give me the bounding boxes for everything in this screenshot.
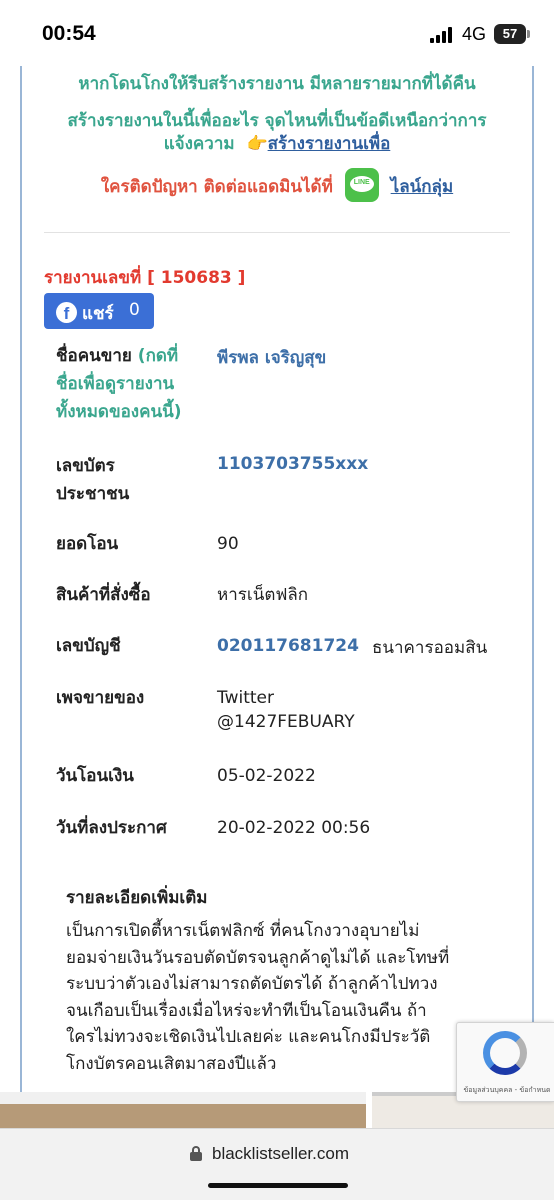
divider [44, 232, 510, 233]
page-value-handle: @1427FEBUARY [217, 712, 355, 732]
browser-url-bar[interactable]: blacklistseller.com [0, 1128, 554, 1200]
recaptcha-privacy-terms[interactable]: ข้อมูลส่วนบุคคล - ข้อกำหนด [461, 1085, 553, 1096]
details-body: เป็นการเปิดตี้หารเน็ตฟลิกซ์ ที่คนโกงวางอ… [66, 918, 506, 1077]
notice-report-fast: หากโดนโกงให้รีบสร้างรายงาน มีหลายรายมากท… [78, 74, 476, 94]
transfer-date-value: 05-02-2022 [217, 766, 316, 786]
posted-date-value: 20-02-2022 00:56 [217, 818, 371, 838]
id-card-label-1: เลขบัตร [56, 456, 115, 476]
cellular-signal-icon [430, 27, 456, 43]
facebook-icon: f [56, 302, 77, 323]
pointing-hand-icon: 👉 [246, 134, 268, 154]
seller-label: ชื่อคนขาย (กดที่ ชื่อเพื่อดูรายงาน ทั้งห… [56, 342, 181, 426]
battery-tip [527, 30, 530, 38]
seller-hint-2: ชื่อเพื่อดูรายงาน [56, 374, 175, 394]
notice-contact-admin: ใครติดปัญหา ติดต่อแอดมินได้ที่ LINE ไลน์… [0, 168, 554, 204]
why-report-link[interactable]: สร้างรายงานเพื่อ [268, 134, 391, 154]
seller-hint-3: ทั้งหมดของคนนี้) [56, 402, 182, 422]
posted-date-label: วันที่ลงประกาศ [56, 818, 167, 838]
notice-why-report: สร้างรายงานในนี้เพื่ออะไร จุดไหนที่เป็นข… [0, 110, 554, 156]
notice-why-text: สร้างรายงานในนี้เพื่ออะไร จุดไหนที่เป็นข… [67, 111, 487, 131]
details-line: จนเกือบเป็นเรื่องเมื่อไหร่จะทำทีเป็นโอนเ… [66, 1000, 427, 1021]
id-card-label: เลขบัตร ประชาชน [56, 452, 129, 508]
details-line: ระบบว่าตัวเองไม่สามารถตัดบัตรได้ ถ้าลูกค… [66, 974, 438, 994]
bank-name: ธนาคารออมสิน [372, 638, 488, 658]
notice-why-text-2: แจ้งความ [163, 134, 235, 154]
details-title: รายละเอียดเพิ่มเติม [66, 888, 208, 908]
evidence-image-1[interactable] [0, 1092, 366, 1130]
details-line: ยอมจ่ายเงินวันรอบตัดบัตรจนลูกค้าดูไม่ได้… [66, 947, 450, 968]
account-label: เลขบัญชี [56, 636, 121, 656]
id-card-value[interactable]: 1103703755xxx [217, 452, 368, 476]
share-count: 0 [129, 300, 140, 320]
line-group-link[interactable]: ไลน์กลุ่ม [391, 177, 454, 197]
page-value: Twitter @1427FEBUARY [217, 686, 355, 734]
product-value: หารเน็ตฟลิก [217, 585, 309, 605]
seller-name-link[interactable]: พีรพล เจริญสุข [217, 346, 326, 370]
status-bar: 00:54 4G 57 [0, 0, 554, 66]
id-card-label-2: ประชาชน [56, 484, 130, 504]
recaptcha-icon [483, 1031, 527, 1075]
clock: 00:54 [42, 22, 96, 45]
page-label: เพจขายของ [56, 688, 145, 708]
details-line: โกงบัตรคอนเสิตมาสองปีแล้ว [66, 1053, 277, 1074]
amount-label: ยอดโอน [56, 534, 119, 554]
url-text[interactable]: blacklistseller.com [212, 1144, 349, 1164]
facebook-share-button[interactable]: f แชร์ 0 [44, 293, 154, 329]
account-number-link[interactable]: 020117681724 [217, 634, 359, 658]
details-line: ใครไม่ทวงจะเชิดเงินไปเลยค่ะ และคนโกงมีปร… [66, 1027, 431, 1047]
transfer-date-label: วันโอนเงิน [56, 766, 134, 786]
seller-label-text: ชื่อคนขาย [56, 346, 132, 366]
recaptcha-badge[interactable]: ข้อมูลส่วนบุคคล - ข้อกำหนด [456, 1022, 554, 1102]
page-value-platform: Twitter [217, 688, 274, 708]
contact-admin-text: ใครติดปัญหา ติดต่อแอดมินได้ที่ [100, 177, 333, 197]
home-indicator[interactable] [208, 1183, 348, 1188]
line-icon-text: LINE [353, 179, 370, 186]
share-label: แชร์ [82, 304, 114, 324]
product-label: สินค้าที่สั่งซื้อ [56, 585, 151, 605]
amount-value: 90 [217, 534, 239, 554]
details-line: เป็นการเปิดตี้หารเน็ตฟลิกซ์ ที่คนโกงวางอ… [66, 921, 420, 941]
line-app-icon[interactable]: LINE [344, 168, 379, 202]
battery-icon: 57 [494, 24, 526, 44]
report-number: รายงานเลขที่ [ 150683 ] [44, 268, 246, 288]
network-type: 4G [462, 24, 487, 44]
seller-hint-1: (กดที่ [137, 346, 179, 366]
lock-icon [190, 1146, 202, 1161]
